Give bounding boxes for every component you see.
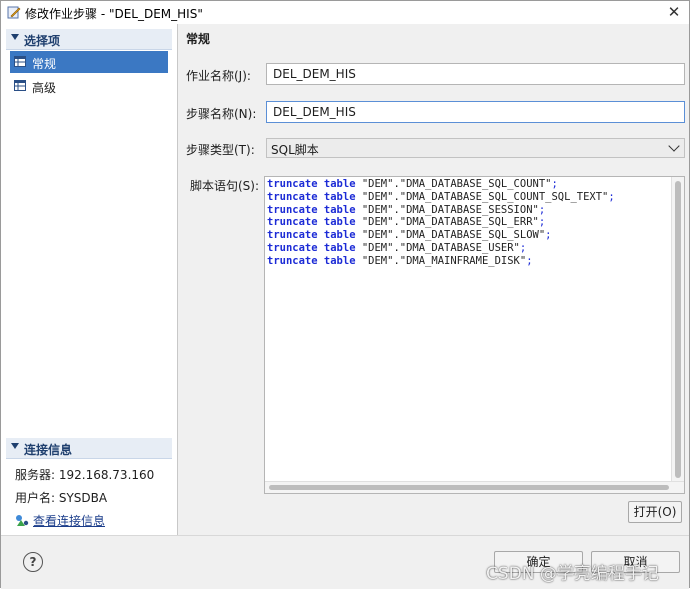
server-info: 服务器: 192.168.73.160 — [15, 468, 155, 482]
script-line: truncate table "DEM"."DMA_DATABASE_SQL_E… — [267, 216, 667, 229]
step-name-field[interactable]: DEL_DEM_HIS — [266, 101, 685, 123]
section-title: 常规 — [186, 32, 211, 46]
close-button[interactable]: ✕ — [665, 3, 683, 21]
sidebar-item-general[interactable]: 常规 — [10, 51, 168, 73]
script-label: 脚本语句(S): — [190, 179, 260, 193]
script-token-rest: "DEM"."DMA_MAINFRAME_DISK" — [361, 254, 527, 267]
script-line: truncate table "DEM"."DMA_DATABASE_SESSI… — [267, 204, 667, 217]
chevron-down-icon — [668, 140, 680, 152]
view-connection-label: 查看连接信息 — [33, 514, 106, 528]
script-token-semi: ; — [545, 229, 552, 242]
table-icon — [14, 80, 26, 91]
options-header-label: 选择项 — [24, 34, 61, 48]
script-code: truncate table "DEM"."DMA_DATABASE_SQL_C… — [267, 178, 667, 268]
script-token-kw2: table — [323, 229, 356, 242]
script-token-semi: ; — [538, 216, 546, 229]
script-token-kw2: table — [323, 216, 356, 229]
script-token-semi: ; — [608, 190, 615, 203]
script-token-rest: "DEM"."DMA_DATABASE_SQL_SLOW" — [361, 229, 546, 242]
script-token-kw2: table — [323, 203, 356, 216]
collapse-triangle-icon — [11, 443, 19, 449]
script-line: truncate table "DEM"."DMA_DATABASE_SQL_C… — [267, 191, 667, 204]
script-token-semi: ; — [519, 241, 527, 254]
sidebar-item-label: 高级 — [32, 81, 57, 95]
step-type-value: SQL脚本 — [271, 143, 319, 157]
script-token-semi: ; — [538, 203, 546, 216]
script-token-kw1: truncate — [267, 229, 318, 242]
script-token-kw1: truncate — [267, 190, 318, 203]
script-line: truncate table "DEM"."DMA_MAINFRAME_DISK… — [267, 255, 667, 268]
script-token-rest: "DEM"."DMA_DATABASE_SQL_ERR" — [361, 216, 539, 229]
script-editor[interactable]: truncate table "DEM"."DMA_DATABASE_SQL_C… — [264, 176, 685, 494]
window-title: 修改作业步骤 - "DEL_DEM_HIS" — [25, 7, 203, 21]
dialog-window: 修改作业步骤 - "DEL_DEM_HIS" ✕ 选择项 常规 高级 连接信息 … — [0, 0, 690, 589]
step-type-label: 步骤类型(T): — [186, 143, 255, 157]
edit-job-icon — [7, 6, 21, 19]
collapse-triangle-icon — [11, 34, 19, 40]
left-panel: 选择项 常规 高级 连接信息 服务器: 192.168.73.160 用户名: … — [1, 24, 178, 535]
connection-icon — [16, 515, 29, 526]
step-name-label: 步骤名称(N): — [186, 107, 257, 121]
script-token-kw1: truncate — [267, 178, 318, 190]
script-token-rest: "DEM"."DMA_DATABASE_SESSION" — [361, 203, 539, 216]
watermark: CSDN @学亮编程手记 — [486, 564, 659, 584]
vertical-scrollbar[interactable] — [671, 177, 684, 482]
job-name-field[interactable]: DEL_DEM_HIS — [266, 63, 685, 85]
view-connection-link[interactable]: 查看连接信息 — [15, 512, 105, 529]
script-token-kw2: table — [323, 178, 356, 190]
script-token-kw2: table — [323, 190, 356, 203]
title-bar: 修改作业步骤 - "DEL_DEM_HIS" ✕ — [1, 1, 689, 24]
script-token-kw2: table — [323, 254, 356, 267]
script-token-kw1: truncate — [267, 216, 318, 229]
sidebar-item-advanced[interactable]: 高级 — [10, 75, 168, 97]
connection-section-header[interactable]: 连接信息 — [6, 438, 172, 459]
script-token-kw1: truncate — [267, 203, 318, 216]
sidebar-item-label: 常规 — [32, 57, 57, 71]
help-icon[interactable]: ? — [23, 552, 43, 572]
step-type-select[interactable]: SQL脚本 — [266, 138, 685, 158]
script-token-kw1: truncate — [267, 254, 318, 267]
job-name-label: 作业名称(J): — [186, 69, 251, 83]
user-info: 用户名: SYSDBA — [15, 491, 108, 505]
table-icon — [14, 56, 26, 67]
main-panel: 常规 作业名称(J): DEL_DEM_HIS 步骤名称(N): DEL_DEM… — [178, 24, 689, 535]
script-token-kw1: truncate — [267, 241, 318, 254]
open-button[interactable]: 打开(O) — [628, 501, 682, 523]
script-token-rest: "DEM"."DMA_DATABASE_USER" — [361, 241, 520, 254]
script-token-rest: "DEM"."DMA_DATABASE_SQL_COUNT_SQL_TEXT" — [361, 190, 609, 203]
script-line: truncate table "DEM"."DMA_DATABASE_USER"… — [267, 242, 667, 255]
script-line: truncate table "DEM"."DMA_DATABASE_SQL_C… — [267, 178, 667, 191]
script-token-semi: ; — [551, 178, 558, 190]
script-line: truncate table "DEM"."DMA_DATABASE_SQL_S… — [267, 229, 667, 242]
script-token-rest: "DEM"."DMA_DATABASE_SQL_COUNT" — [361, 178, 552, 190]
options-section-header[interactable]: 选择项 — [6, 29, 172, 50]
connection-header-label: 连接信息 — [24, 443, 73, 457]
script-token-kw2: table — [323, 241, 356, 254]
script-token-semi: ; — [526, 254, 533, 267]
horizontal-scrollbar[interactable] — [265, 481, 684, 493]
